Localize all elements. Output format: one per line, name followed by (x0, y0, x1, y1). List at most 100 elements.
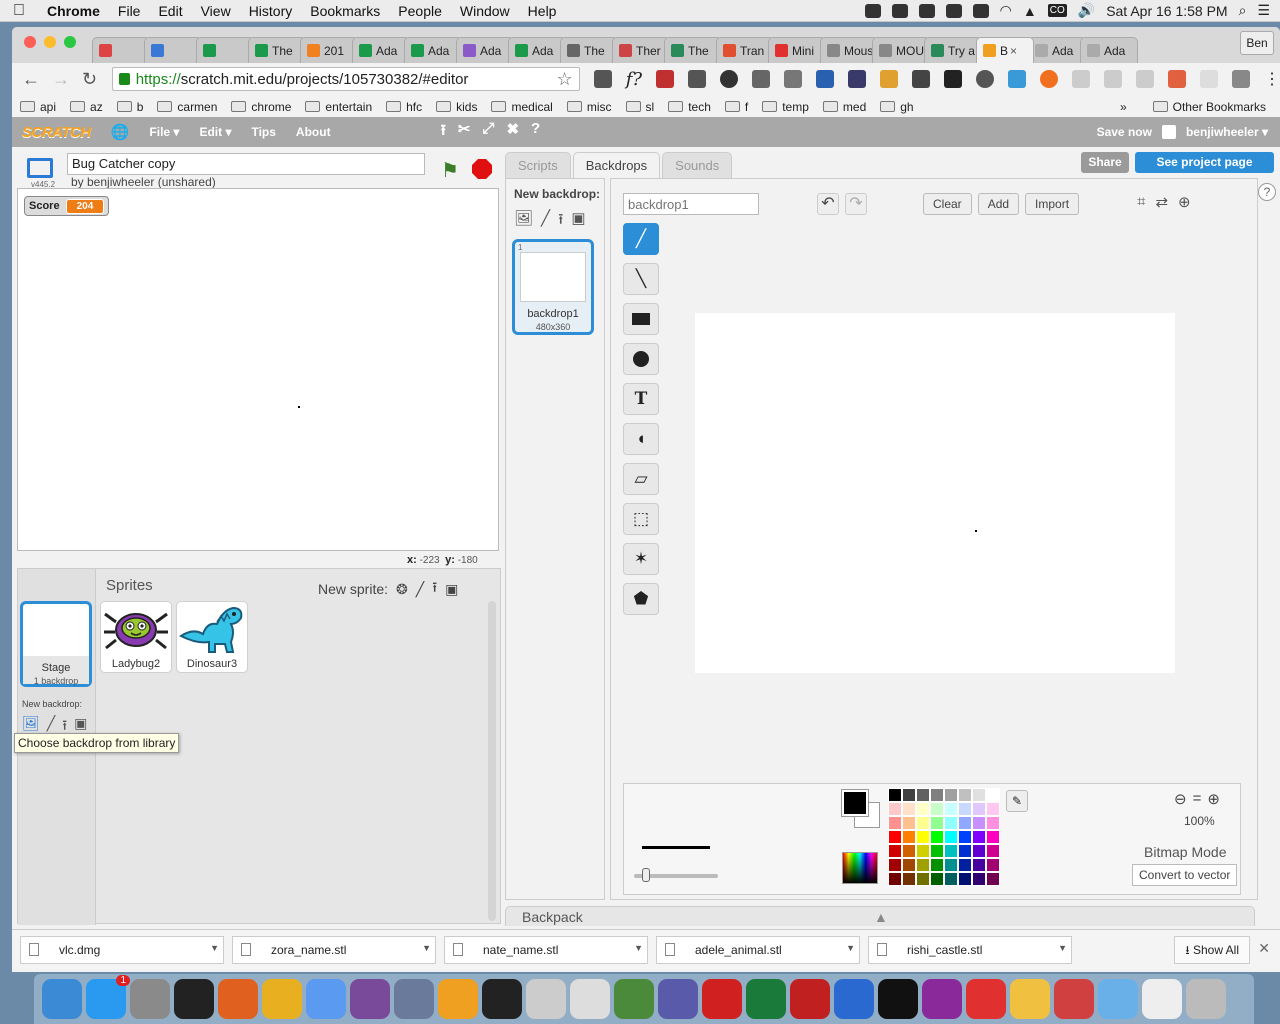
palette-swatch[interactable] (986, 788, 1000, 802)
brush-tool-icon[interactable]: ╱ (623, 223, 659, 255)
palette-swatch[interactable] (888, 830, 902, 844)
palette-swatch[interactable] (930, 830, 944, 844)
scratch-logo[interactable]: SCRATCH (22, 124, 91, 141)
palette-swatch[interactable] (902, 844, 916, 858)
dock-app-icon[interactable] (218, 979, 258, 1019)
palette-swatch[interactable] (902, 816, 916, 830)
palette-swatch[interactable] (916, 858, 930, 872)
paint-canvas[interactable] (695, 313, 1175, 673)
palette-swatch[interactable] (958, 802, 972, 816)
green-flag-icon[interactable]: ⚑ (441, 158, 459, 183)
notification-center-icon[interactable]: ☰ (1257, 2, 1270, 19)
paint-sprite-icon[interactable]: ╱ (416, 581, 424, 598)
palette-swatch[interactable] (902, 858, 916, 872)
close-tab-icon[interactable]: × (1010, 44, 1017, 58)
palette-swatch[interactable] (944, 830, 958, 844)
bookmark-item[interactable]: med (822, 100, 866, 114)
briefcase-icon[interactable] (1161, 125, 1176, 139)
menu-history[interactable]: History (240, 3, 302, 19)
bookmark-item[interactable]: misc (566, 100, 612, 114)
lifebuoy-icon[interactable] (1040, 70, 1058, 88)
menu-help[interactable]: Help (519, 3, 566, 19)
face-icon[interactable] (880, 70, 898, 88)
d-ext-icon[interactable] (1008, 70, 1026, 88)
import-button[interactable]: Import (1025, 193, 1080, 215)
bookmark-item[interactable]: tech (668, 100, 711, 114)
line-width-slider-knob[interactable] (642, 868, 650, 882)
dock-app-icon[interactable] (130, 979, 170, 1019)
scratch-menu-file[interactable]: File ▾ (149, 125, 179, 139)
palette-swatch[interactable] (930, 788, 944, 802)
bookmark-item[interactable]: f (724, 100, 748, 114)
upload-sprite-icon[interactable]: ⭱ (432, 577, 437, 601)
dock-app-icon[interactable] (394, 979, 434, 1019)
fullscreen-icon[interactable] (27, 158, 53, 178)
dock-app-icon[interactable] (702, 979, 742, 1019)
clear-button[interactable]: Clear (923, 193, 972, 215)
wifi-icon[interactable]: ◠ (1000, 2, 1012, 19)
palette-swatch[interactable] (958, 816, 972, 830)
scratch-menu-about[interactable]: About (296, 125, 331, 139)
dock-app-icon[interactable] (878, 979, 918, 1019)
apple-menu-icon[interactable]:  (0, 2, 38, 20)
sprite-tile-dinosaur3[interactable]: Dinosaur3 (176, 601, 248, 673)
share-button[interactable]: Share (1081, 152, 1129, 173)
dock-app-icon[interactable] (482, 979, 522, 1019)
zoom-in-icon[interactable]: ⊕ (1207, 790, 1220, 808)
ellipse-tool-icon[interactable] (623, 343, 659, 375)
l-ext-icon[interactable] (1232, 70, 1250, 88)
bookmark-item[interactable]: b (116, 100, 143, 114)
dock-app-icon[interactable] (526, 979, 566, 1019)
costume-name-input[interactable] (623, 193, 759, 215)
palette-swatch[interactable] (944, 858, 958, 872)
browser-tab[interactable]: Ada (404, 37, 462, 63)
palette-swatch[interactable] (888, 788, 902, 802)
library-icon[interactable] (848, 70, 866, 88)
palette-swatch[interactable] (930, 858, 944, 872)
download-menu-icon[interactable]: ▼ (1058, 943, 1067, 953)
formula-icon[interactable]: f? (626, 69, 642, 90)
dock-app-icon[interactable] (350, 979, 390, 1019)
palette-swatch[interactable] (972, 830, 986, 844)
select-tool-icon[interactable]: ⬚ (623, 503, 659, 535)
bookmark-item[interactable]: entertain (305, 100, 372, 114)
browser-tab[interactable]: Tran (716, 37, 774, 63)
palette-swatch[interactable] (972, 802, 986, 816)
chrome-menu-icon[interactable]: ⋮ (1264, 69, 1280, 89)
palette-swatch[interactable] (986, 830, 1000, 844)
volume-icon[interactable]: 🔊 (1078, 2, 1095, 19)
dock-app-icon[interactable] (42, 979, 82, 1019)
gmail-notifier-icon[interactable] (656, 70, 674, 88)
dock-app-icon[interactable] (966, 979, 1006, 1019)
palette-swatch[interactable] (902, 802, 916, 816)
bookmark-item[interactable]: gh (880, 100, 914, 114)
pinwheel-icon[interactable] (864, 3, 881, 18)
browser-tab[interactable]: Ther (612, 37, 670, 63)
undo-icon[interactable]: ↶ (817, 193, 839, 215)
circle-ext-icon[interactable] (976, 70, 994, 88)
line-tool-icon[interactable]: ╲ (623, 263, 659, 295)
grow-tool-icon[interactable]: ⤢ (482, 120, 494, 145)
sprite-list-scrollbar[interactable] (488, 601, 496, 921)
dock-app-icon[interactable] (1010, 979, 1050, 1019)
download-menu-icon[interactable]: ▼ (210, 943, 219, 953)
browser-tab[interactable]: The (664, 37, 722, 63)
crop-icon[interactable]: ⌗ (1137, 193, 1145, 211)
upload-new-backdrop-icon[interactable]: ⭱ (558, 209, 563, 234)
browser-tab[interactable] (144, 37, 202, 63)
flip-horizontal-icon[interactable]: ⇄ (1155, 193, 1168, 211)
library-backdrop-icon[interactable]: 🖼 (514, 209, 533, 234)
rectangle-tool-icon[interactable] (623, 303, 659, 335)
paint-new-backdrop-icon[interactable]: ╱ (541, 209, 550, 234)
dock-app-icon[interactable] (262, 979, 302, 1019)
shrink-tool-icon[interactable]: ✖ (506, 120, 519, 145)
dropbox-icon[interactable] (891, 3, 908, 18)
drive-icon[interactable] (918, 3, 935, 18)
palette-swatch[interactable] (986, 858, 1000, 872)
analytics-icon[interactable] (816, 70, 834, 88)
backpack-toggle-icon[interactable]: ▲ (874, 907, 888, 927)
palette-swatch[interactable] (888, 802, 902, 816)
redo-icon[interactable]: ↷ (845, 193, 867, 215)
zoom-reset-icon[interactable]: = (1193, 790, 1202, 808)
palette-swatch[interactable] (888, 844, 902, 858)
